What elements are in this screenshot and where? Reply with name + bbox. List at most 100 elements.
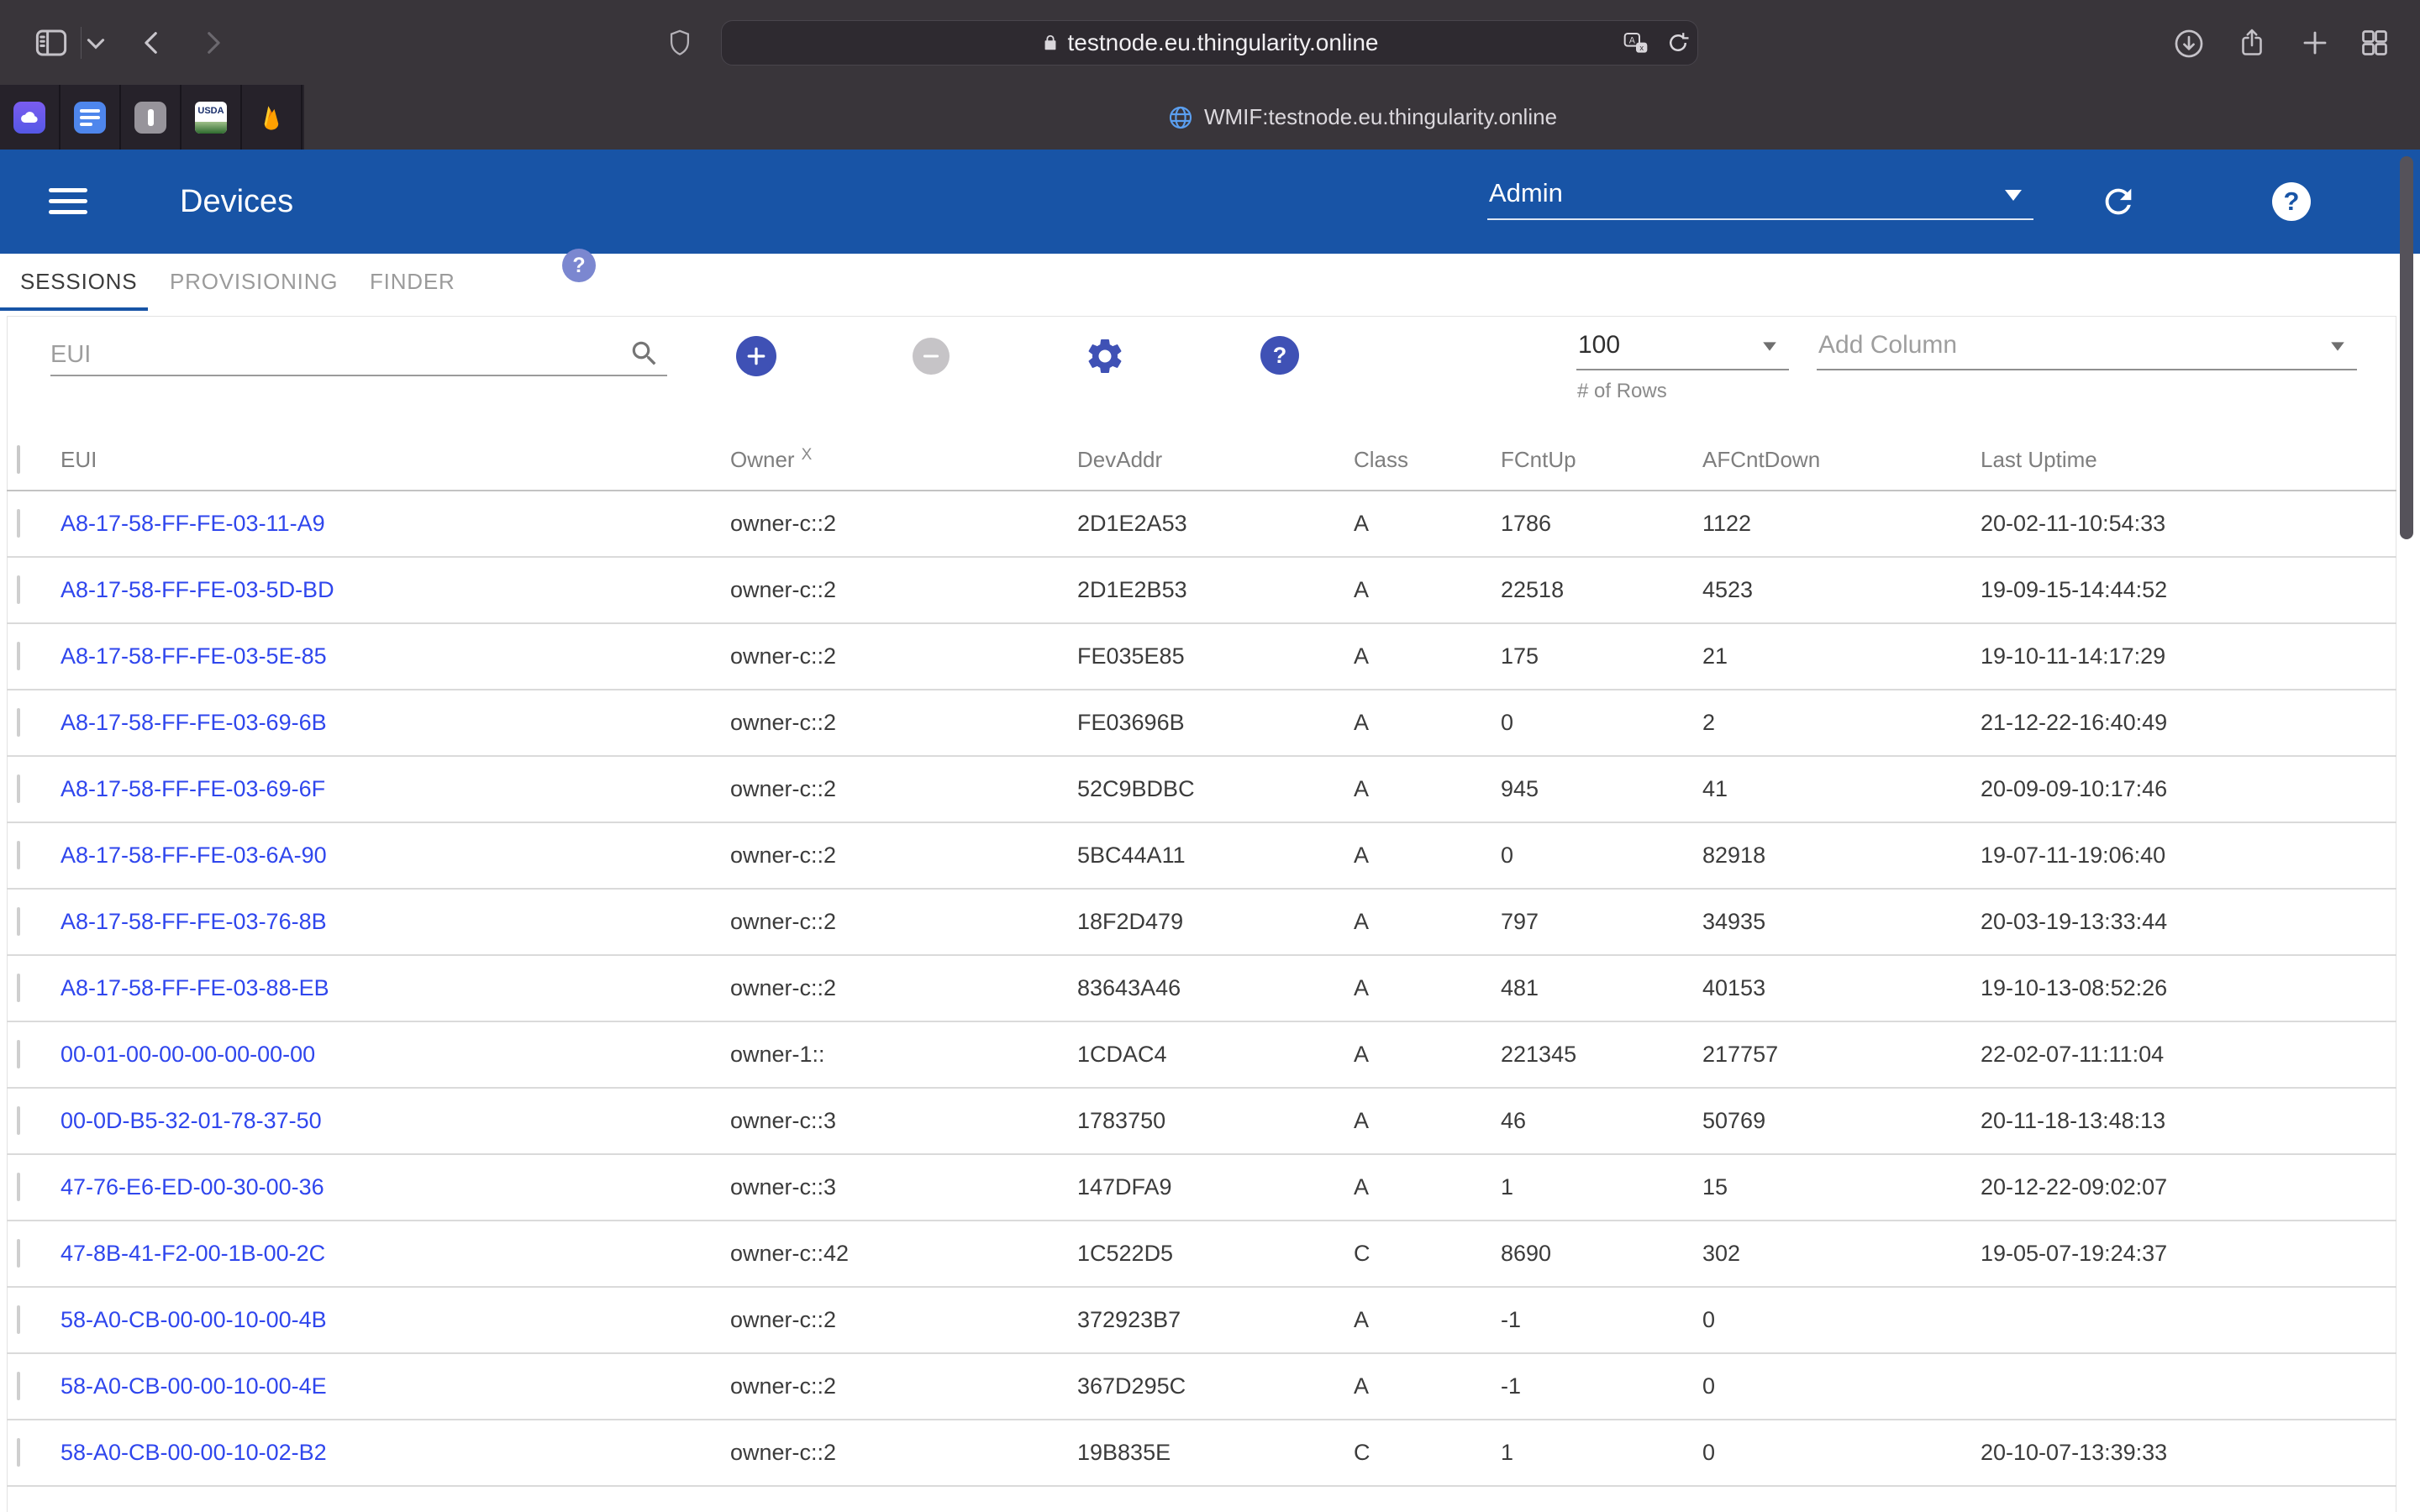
class-cell: A <box>1354 710 1501 736</box>
toolbar-help-icon[interactable] <box>1260 336 1299 375</box>
user-menu-select[interactable]: Admin <box>1489 178 1563 208</box>
class-cell: A <box>1354 643 1501 669</box>
column-header-devaddr[interactable]: DevAddr <box>1077 447 1354 473</box>
translate-icon[interactable]: A x <box>1622 30 1650 57</box>
add-column-select[interactable]: Add Column <box>1818 331 1957 360</box>
eui-link[interactable]: A8-17-58-FF-FE-03-69-6F <box>60 776 730 802</box>
fcntup-cell: 8690 <box>1501 1241 1702 1267</box>
afcntdown-cell: 217757 <box>1702 1042 1981 1068</box>
search-icon[interactable] <box>629 338 660 370</box>
eui-link[interactable]: A8-17-58-FF-FE-03-69-6B <box>60 710 730 736</box>
row-checkbox[interactable] <box>17 642 20 670</box>
eui-link[interactable]: A8-17-58-FF-FE-03-5E-85 <box>60 643 730 669</box>
remove-column-icon[interactable]: X <box>802 446 813 464</box>
active-tab[interactable]: WMIF:testnode.eu.thingularity.online <box>304 85 2420 150</box>
user-menu-underline <box>1487 218 2033 220</box>
search-input[interactable]: EUI <box>50 341 91 369</box>
row-checkbox[interactable] <box>17 1040 20 1068</box>
back-icon[interactable] <box>138 27 166 59</box>
eui-link[interactable]: A8-17-58-FF-FE-03-6A-90 <box>60 843 730 869</box>
row-checkbox[interactable] <box>17 1173 20 1201</box>
downloads-icon[interactable] <box>2173 28 2205 60</box>
class-cell: A <box>1354 1174 1501 1200</box>
devaddr-cell: 1CDAC4 <box>1077 1042 1354 1068</box>
fcntup-cell: 22518 <box>1501 577 1702 603</box>
row-checkbox[interactable] <box>17 774 20 803</box>
row-checkbox[interactable] <box>17 1305 20 1334</box>
add-filter-button[interactable] <box>736 336 776 376</box>
row-checkbox[interactable] <box>17 907 20 936</box>
tab-sessions[interactable]: SESSIONS <box>20 269 137 295</box>
select-all-checkbox[interactable] <box>17 445 20 474</box>
refresh-icon[interactable] <box>2099 182 2138 221</box>
pinned-tab[interactable] <box>60 85 121 150</box>
row-checkbox[interactable] <box>17 1438 20 1467</box>
chevron-down-icon[interactable] <box>86 37 106 50</box>
row-checkbox[interactable] <box>17 708 20 737</box>
column-header-owner[interactable]: OwnerX <box>730 447 1077 473</box>
afcntdown-cell: 34935 <box>1702 909 1981 935</box>
eui-link[interactable]: 58-A0-CB-00-00-10-00-4B <box>60 1307 730 1333</box>
row-checkbox[interactable] <box>17 1106 20 1135</box>
new-tab-icon[interactable] <box>2300 28 2330 58</box>
forward-icon[interactable] <box>198 27 227 59</box>
pinned-tab[interactable]: USDA <box>182 85 242 150</box>
rows-per-page-select[interactable]: 100 <box>1578 331 1620 360</box>
eui-link[interactable]: A8-17-58-FF-FE-03-88-EB <box>60 975 730 1001</box>
afcntdown-cell: 82918 <box>1702 843 1981 869</box>
row-checkbox[interactable] <box>17 841 20 869</box>
eui-link[interactable]: 00-01-00-00-00-00-00-00 <box>60 1042 730 1068</box>
column-header-class[interactable]: Class <box>1354 447 1501 473</box>
afcntdown-cell: 0 <box>1702 1373 1981 1399</box>
afcntdown-cell: 4523 <box>1702 577 1981 603</box>
plus-icon <box>744 344 768 368</box>
row-checkbox[interactable] <box>17 1239 20 1268</box>
eui-link[interactable]: 00-0D-B5-32-01-78-37-50 <box>60 1108 730 1134</box>
eui-link[interactable]: 58-A0-CB-00-00-10-02-B2 <box>60 1440 730 1466</box>
owner-cell: owner-c::3 <box>730 1174 1077 1200</box>
row-checkbox[interactable] <box>17 575 20 604</box>
reload-icon[interactable] <box>1665 29 1691 57</box>
pinned-tab[interactable] <box>0 85 60 150</box>
eui-link[interactable]: A8-17-58-FF-FE-03-11-A9 <box>60 511 730 537</box>
eui-link[interactable]: A8-17-58-FF-FE-03-5D-BD <box>60 577 730 603</box>
pinned-tab[interactable] <box>242 85 302 150</box>
share-icon[interactable] <box>2237 25 2267 60</box>
menu-icon[interactable] <box>49 188 87 214</box>
eui-link[interactable]: 58-A0-CB-00-00-10-00-4E <box>60 1373 730 1399</box>
header-help-icon[interactable] <box>2272 182 2311 221</box>
row-checkbox[interactable] <box>17 974 20 1002</box>
vertical-scrollbar-thumb[interactable] <box>2400 156 2413 539</box>
remove-filter-button[interactable] <box>913 338 950 375</box>
settings-gear-icon[interactable] <box>1084 335 1126 377</box>
row-checkbox[interactable] <box>17 509 20 538</box>
add-column-caret-icon <box>2331 342 2344 350</box>
afcntdown-cell: 2 <box>1702 710 1981 736</box>
eui-link[interactable]: 47-76-E6-ED-00-30-00-36 <box>60 1174 730 1200</box>
address-bar[interactable]: testnode.eu.thingularity.online <box>721 20 1698 66</box>
class-cell: A <box>1354 909 1501 935</box>
tab-finder[interactable]: FINDER <box>370 269 455 295</box>
afcntdown-cell: 40153 <box>1702 975 1981 1001</box>
row-checkbox[interactable] <box>17 1372 20 1400</box>
devaddr-cell: 2D1E2B53 <box>1077 577 1354 603</box>
icloud-cloud-icon <box>13 102 45 134</box>
tab-title: WMIF:testnode.eu.thingularity.online <box>1204 104 1557 130</box>
column-header-eui[interactable]: EUI <box>60 447 730 473</box>
eui-link[interactable]: 47-8B-41-F2-00-1B-00-2C <box>60 1241 730 1267</box>
tab-provisioning[interactable]: PROVISIONING <box>170 269 338 295</box>
last-uptime-cell: 22-02-07-11:11:04 <box>1981 1042 2396 1068</box>
pinned-tab[interactable] <box>121 85 182 150</box>
eui-link[interactable]: A8-17-58-FF-FE-03-76-8B <box>60 909 730 935</box>
column-header-last-uptime[interactable]: Last Uptime <box>1981 447 2396 473</box>
add-column-underline <box>1817 369 2357 370</box>
column-header-fcntup[interactable]: FCntUp <box>1501 447 1702 473</box>
class-cell: A <box>1354 1108 1501 1134</box>
privacy-shield-icon[interactable] <box>666 25 694 60</box>
column-header-afcntdown[interactable]: AFCntDown <box>1702 447 1981 473</box>
sidebar-toggle-icon[interactable] <box>32 25 71 60</box>
tab-overview-icon[interactable] <box>2360 28 2390 58</box>
tabs-help-icon[interactable] <box>562 249 596 282</box>
devaddr-cell: 83643A46 <box>1077 975 1354 1001</box>
class-cell: A <box>1354 1042 1501 1068</box>
